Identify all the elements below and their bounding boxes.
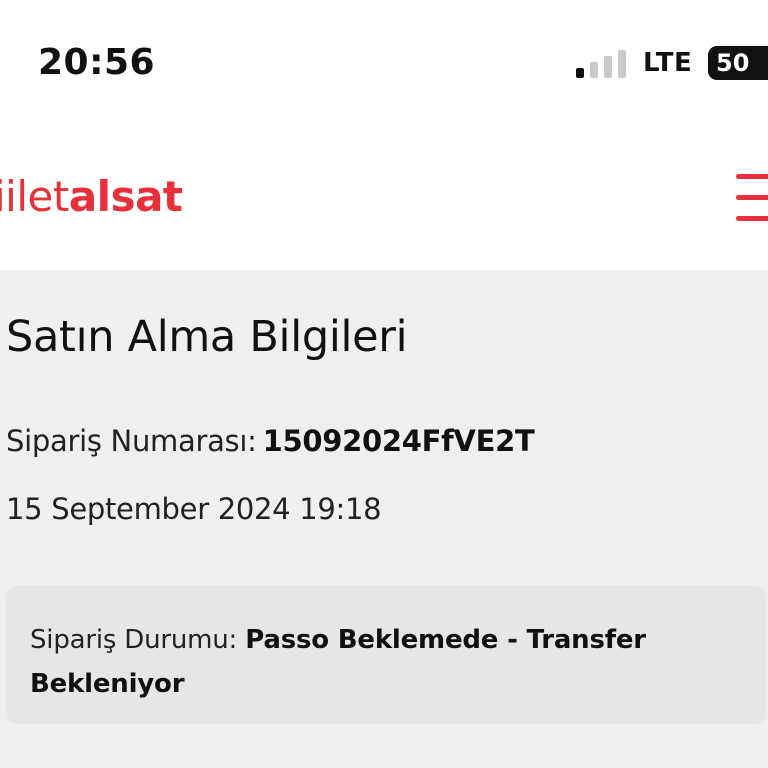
battery-icon: 50	[708, 46, 768, 80]
battery-level: 50	[716, 49, 750, 77]
order-number-label: Sipariş Numarası:	[6, 424, 257, 458]
network-type: LTE	[643, 48, 693, 78]
site-logo[interactable]: iiletalsat	[0, 172, 183, 221]
hamburger-menu-icon[interactable]	[736, 174, 768, 222]
logo-text-part1: iilet	[0, 172, 69, 221]
order-number-row: Sipariş Numarası: 15092024FfVE2T	[6, 424, 535, 458]
order-date: 15 September 2024 19:18	[6, 492, 382, 526]
logo-text-part2: alsat	[68, 172, 183, 221]
order-status-label: Sipariş Durumu:	[30, 625, 238, 655]
page-title: Satın Alma Bilgileri	[6, 312, 408, 362]
site-header: iiletalsat	[0, 120, 768, 270]
status-time: 20:56	[38, 42, 156, 83]
status-bar: 20:56 LTE 50	[0, 0, 768, 120]
purchase-info-section: Satın Alma Bilgileri Sipariş Numarası: 15…	[0, 270, 768, 768]
order-number-value: 15092024FfVE2T	[262, 424, 535, 458]
order-status-card: Sipariş Durumu: Passo Beklemede - Transf…	[6, 586, 766, 724]
order-status-text: Sipariş Durumu: Passo Beklemede - Transf…	[30, 618, 670, 706]
signal-strength-icon	[576, 48, 628, 78]
